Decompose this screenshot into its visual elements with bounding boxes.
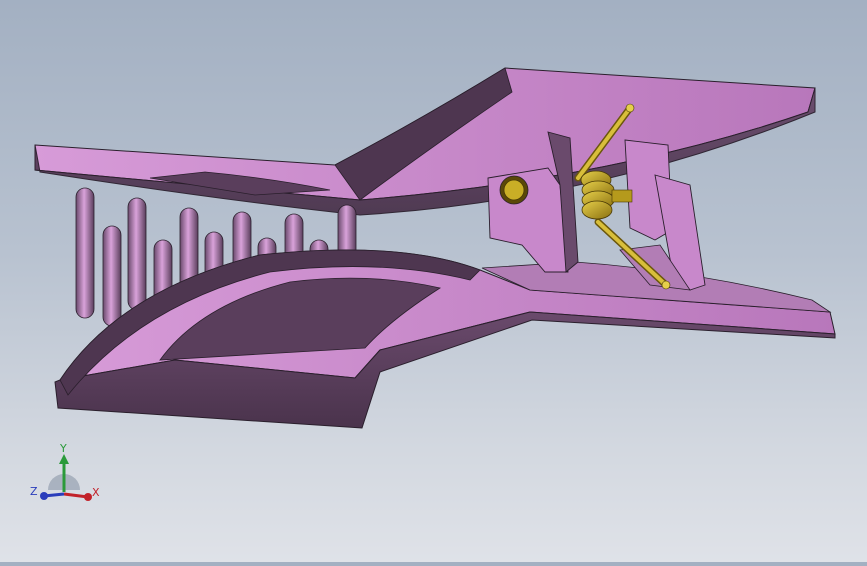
y-axis-label: Y xyxy=(59,442,67,455)
upper-jaw[interactable] xyxy=(34,67,816,216)
hinge-pin[interactable] xyxy=(499,175,529,205)
clip-model-canvas[interactable] xyxy=(0,0,867,562)
3d-model-viewport[interactable] xyxy=(0,0,867,562)
x-axis-label: X xyxy=(92,486,100,499)
axis-triad-graphic: Y X Z xyxy=(30,442,100,501)
axis-triad: Y X Z xyxy=(26,440,106,506)
z-axis-end-icon xyxy=(40,492,48,500)
y-axis-arrow-icon xyxy=(59,454,69,464)
z-axis-label: Z xyxy=(30,485,38,498)
x-axis-end-icon xyxy=(84,493,92,501)
